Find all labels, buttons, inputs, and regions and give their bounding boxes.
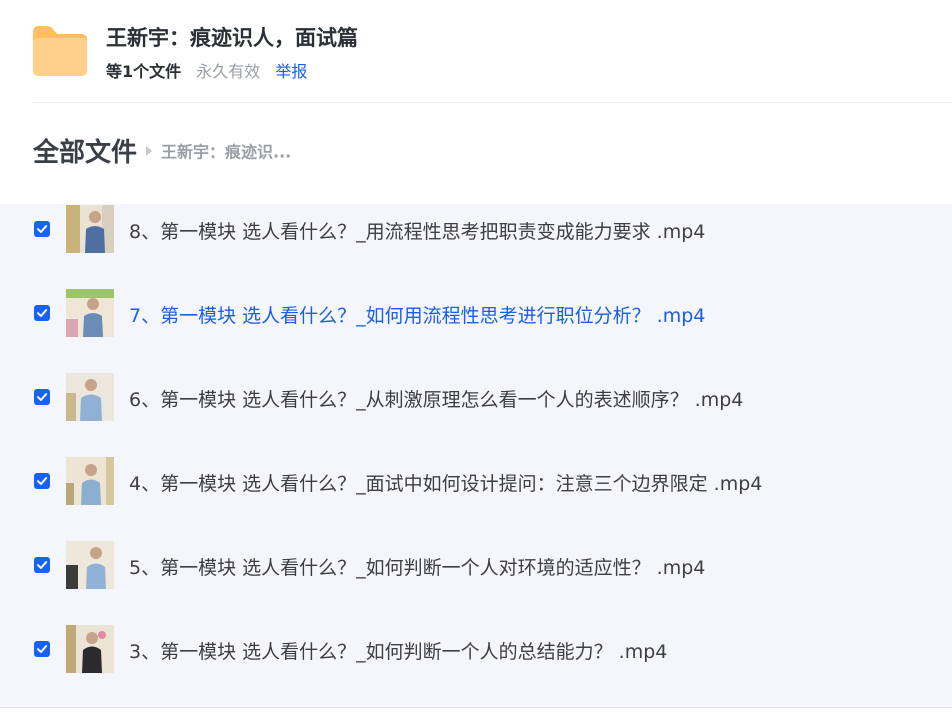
check-icon bbox=[37, 477, 48, 485]
file-name[interactable]: 6、第一模块 选人看什么？_从刺激原理怎么看一个人的表述顺序？ .mp4 bbox=[129, 385, 743, 412]
share-title: 王新宇：痕迹识人，面试篇 bbox=[106, 26, 358, 50]
breadcrumb-current: 王新宇：痕迹识... bbox=[161, 142, 292, 162]
list-bottom-border bbox=[0, 707, 952, 712]
file-name[interactable]: 5、第一模块 选人看什么？_如何判断一个人对环境的适应性？ .mp4 bbox=[129, 553, 705, 580]
file-row[interactable]: 6、第一模块 选人看什么？_从刺激原理怎么看一个人的表述顺序？ .mp4 bbox=[0, 372, 952, 422]
file-checkbox[interactable] bbox=[34, 641, 50, 657]
file-row[interactable]: 5、第一模块 选人看什么？_如何判断一个人对环境的适应性？ .mp4 bbox=[0, 540, 952, 590]
file-checkbox[interactable] bbox=[34, 221, 50, 237]
file-name[interactable]: 8、第一模块 选人看什么？_用流程性思考把职责变成能力要求 .mp4 bbox=[129, 217, 705, 244]
breadcrumb-root[interactable]: 全部文件 bbox=[33, 138, 137, 168]
check-icon bbox=[37, 309, 48, 317]
video-thumbnail bbox=[66, 457, 114, 505]
file-checkbox[interactable] bbox=[34, 389, 50, 405]
file-row[interactable]: 3、第一模块 选人看什么？_如何判断一个人的总结能力？ .mp4 bbox=[0, 624, 952, 674]
folder-icon bbox=[33, 26, 87, 76]
check-icon bbox=[37, 561, 48, 569]
video-thumbnail bbox=[66, 289, 114, 337]
check-icon bbox=[37, 225, 48, 233]
file-list: 8、第一模块 选人看什么？_用流程性思考把职责变成能力要求 .mp4 7、第一模… bbox=[0, 204, 952, 707]
report-link[interactable]: 举报 bbox=[275, 62, 307, 81]
file-row[interactable]: 7、第一模块 选人看什么？_如何用流程性思考进行职位分析？ .mp4 bbox=[0, 288, 952, 338]
breadcrumb: 全部文件 王新宇：痕迹识... bbox=[33, 132, 291, 168]
file-checkbox[interactable] bbox=[34, 473, 50, 489]
file-name[interactable]: 4、第一模块 选人看什么？_面试中如何设计提问：注意三个边界限定 .mp4 bbox=[129, 469, 762, 496]
video-thumbnail bbox=[66, 373, 114, 421]
check-icon bbox=[37, 393, 48, 401]
file-checkbox[interactable] bbox=[34, 305, 50, 321]
breadcrumb-separator-icon bbox=[146, 145, 153, 156]
video-thumbnail bbox=[66, 541, 114, 589]
check-icon bbox=[37, 645, 48, 653]
share-file-count: 等1个文件 bbox=[106, 62, 182, 81]
share-header: 王新宇：痕迹识人，面试篇 等1个文件 永久有效 举报 bbox=[0, 0, 952, 102]
file-name[interactable]: 7、第一模块 选人看什么？_如何用流程性思考进行职位分析？ .mp4 bbox=[129, 301, 705, 328]
file-row[interactable]: 4、第一模块 选人看什么？_面试中如何设计提问：注意三个边界限定 .mp4 bbox=[0, 456, 952, 506]
file-name[interactable]: 3、第一模块 选人看什么？_如何判断一个人的总结能力？ .mp4 bbox=[129, 637, 667, 664]
share-meta: 等1个文件 永久有效 举报 bbox=[106, 58, 307, 82]
file-checkbox[interactable] bbox=[34, 557, 50, 573]
header-divider bbox=[33, 102, 952, 103]
video-thumbnail bbox=[66, 625, 114, 673]
share-validity: 永久有效 bbox=[196, 62, 261, 81]
video-thumbnail bbox=[66, 205, 114, 253]
file-row[interactable]: 8、第一模块 选人看什么？_用流程性思考把职责变成能力要求 .mp4 bbox=[0, 204, 952, 254]
